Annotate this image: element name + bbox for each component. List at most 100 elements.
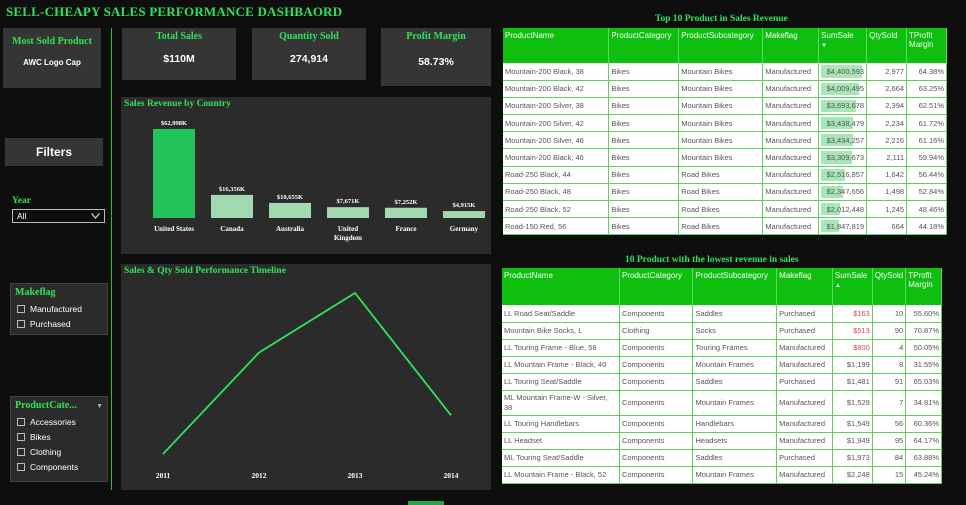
- qty-cell: 2,394: [866, 97, 908, 116]
- column-header[interactable]: ProductCategory: [608, 28, 680, 63]
- column-header[interactable]: QtySold: [872, 268, 907, 305]
- checkbox-icon: [17, 432, 25, 441]
- bar-value-label: $4,915K: [453, 202, 476, 209]
- chevron-down-icon[interactable]: ▼: [96, 402, 103, 410]
- table-row[interactable]: LL Touring Seat/Saddle Components Saddles P…: [502, 373, 942, 391]
- sumsale-cell: $1,949: [832, 432, 873, 450]
- makeflag-cell: Manufactured: [762, 80, 820, 98]
- year-dropdown[interactable]: All: [12, 209, 105, 223]
- subcategory-cell: Mountain Bikes: [678, 80, 764, 98]
- table-row[interactable]: Mountain-200 Black, 42 Bikes Mountain Bike…: [503, 80, 947, 98]
- margin-cell: 52.84%: [906, 183, 947, 202]
- qty-cell: 1,642: [866, 166, 908, 184]
- column-header[interactable]: Makeflag: [776, 268, 833, 305]
- makeflag-option-purchased[interactable]: Purchased: [11, 316, 107, 331]
- makeflag-cell: Manufactured: [776, 356, 833, 374]
- total-sales-card: Total Sales $110M: [122, 28, 236, 80]
- product-name-cell: LL Touring Seat/Saddle: [502, 373, 620, 391]
- margin-cell: 56.44%: [906, 166, 947, 184]
- checkbox-icon: [17, 462, 25, 471]
- category-option-accessories[interactable]: Accessories: [11, 414, 107, 429]
- category-cell: Components: [619, 373, 694, 391]
- margin-cell: 55.60%: [905, 305, 942, 323]
- makeflag-cell: Manufactured: [776, 339, 833, 357]
- makeflag-cell: Purchased: [776, 449, 833, 467]
- chevron-down-icon: [91, 211, 100, 221]
- column-header[interactable]: QtySold: [866, 28, 908, 63]
- makeflag-cell: Purchased: [776, 305, 833, 323]
- makeflag-cell: Manufactured: [762, 166, 820, 184]
- makeflag-cell: Manufactured: [762, 63, 820, 81]
- bar-value-label: $7,671K: [337, 198, 360, 205]
- column-header[interactable]: ProductCategory: [619, 268, 694, 305]
- bar[interactable]: [211, 194, 253, 218]
- margin-cell: 61.72%: [906, 114, 947, 133]
- table-row[interactable]: LL Headset Components Headsets Manufactured…: [502, 432, 942, 450]
- profit-margin-value: 58.73%: [418, 56, 454, 68]
- table-row[interactable]: Road-150 Red, 56 Bikes Road Bikes Manufactu…: [503, 217, 947, 236]
- table-row[interactable]: LL Mountain Frame - Black, 40 Components M…: [502, 356, 942, 374]
- category-cell: Components: [619, 432, 694, 450]
- year-label: Year: [12, 196, 31, 206]
- table-row[interactable]: LL Touring Handlebars Components Handlebar…: [502, 415, 942, 433]
- category-cell: Bikes: [608, 148, 680, 167]
- page-tab-indicator[interactable]: [408, 501, 444, 505]
- column-header[interactable]: TProfit Margin: [906, 28, 947, 63]
- subcategory-cell: Road Bikes: [678, 217, 764, 236]
- country-revenue-chart: Sales Revenue by Country $62,998K United …: [121, 97, 491, 254]
- makeflag-option-manufactured[interactable]: Manufactured: [11, 301, 107, 316]
- category-cell: Components: [619, 466, 694, 484]
- quantity-sold-value: 274,914: [290, 53, 328, 65]
- category-cell: Bikes: [608, 63, 680, 81]
- makeflag-cell: Manufactured: [776, 432, 833, 450]
- sumsale-cell: $2,248: [832, 466, 873, 484]
- column-header[interactable]: ProductSubcategory: [692, 268, 778, 305]
- table-row[interactable]: Road-250 Black, 52 Bikes Road Bikes Manufac…: [503, 200, 947, 219]
- bar[interactable]: [153, 129, 195, 218]
- column-header-sumsale[interactable]: SumSale ▼: [818, 28, 868, 63]
- table-row[interactable]: Mountain-200 Silver, 46 Bikes Mountain Bik…: [503, 131, 947, 150]
- bar[interactable]: [269, 202, 311, 218]
- table-row[interactable]: Mountain-200 Black, 46 Bikes Mountain Bike…: [503, 148, 947, 167]
- category-option-bikes[interactable]: Bikes: [11, 429, 107, 444]
- bar[interactable]: [443, 211, 485, 218]
- product-name-cell: Road-250 Black, 48: [503, 183, 610, 202]
- column-header[interactable]: ProductSubcategory: [678, 28, 764, 63]
- column-header-sumsale[interactable]: SumSale ▲: [832, 268, 873, 305]
- table-row[interactable]: LL Touring Frame - Blue, 58 Components Tou…: [502, 339, 942, 357]
- table-row[interactable]: Mountain-200 Silver, 38 Bikes Mountain Bik…: [503, 97, 947, 116]
- category-cell: Clothing: [619, 322, 694, 340]
- table-row[interactable]: ML Touring Seat/Saddle Components Saddles P…: [502, 449, 942, 467]
- bar-value-label: $10,655K: [277, 194, 303, 201]
- subcategory-cell: Mountain Frames: [692, 356, 778, 374]
- timeline-chart: Sales & Qty Sold Performance Timeline 20…: [121, 264, 491, 490]
- qty-cell: 8: [872, 356, 907, 374]
- table-row[interactable]: Mountain-200 Silver, 42 Bikes Mountain Bik…: [503, 114, 947, 133]
- category-cell: Components: [619, 415, 694, 433]
- makeflag-label: Makeflag: [15, 287, 56, 298]
- table-row[interactable]: Road-250 Black, 48 Bikes Road Bikes Manufac…: [503, 183, 947, 202]
- qty-cell: 664: [866, 217, 908, 236]
- table-row[interactable]: Mountain Bike Socks, L Clothing Socks Purch…: [502, 322, 942, 340]
- table-row[interactable]: LL Road Seat/Saddle Components Saddles Purc…: [502, 305, 942, 323]
- table-row[interactable]: LL Mountain Frame - Black, 52 Components M…: [502, 466, 942, 484]
- table-row[interactable]: Mountain-200 Black, 38 Bikes Mountain Bike…: [503, 63, 947, 81]
- subcategory-cell: Mountain Bikes: [678, 97, 764, 116]
- sumsale-cell: $513: [832, 322, 873, 340]
- timeline-line[interactable]: [162, 291, 452, 455]
- bar[interactable]: [327, 207, 369, 218]
- column-header[interactable]: ProductName: [503, 28, 610, 63]
- product-name-cell: Road-250 Black, 52: [503, 200, 610, 219]
- table-row[interactable]: Road-250 Black, 44 Bikes Road Bikes Manufac…: [503, 166, 947, 184]
- qty-cell: 95: [872, 432, 907, 450]
- column-header[interactable]: Makeflag: [762, 28, 820, 63]
- category-label: Kingdom: [334, 234, 362, 242]
- table-row[interactable]: ML Mountain Frame-W - Silver, 38 Componen…: [502, 390, 942, 416]
- bar[interactable]: [385, 207, 427, 218]
- category-option-clothing[interactable]: Clothing: [11, 444, 107, 459]
- subcategory-cell: Headsets: [692, 432, 778, 450]
- column-header[interactable]: TProfit Margin: [905, 268, 942, 305]
- category-option-components[interactable]: Components: [11, 459, 107, 474]
- product-name-cell: Road-150 Red, 56: [503, 217, 610, 236]
- column-header[interactable]: ProductName: [502, 268, 620, 305]
